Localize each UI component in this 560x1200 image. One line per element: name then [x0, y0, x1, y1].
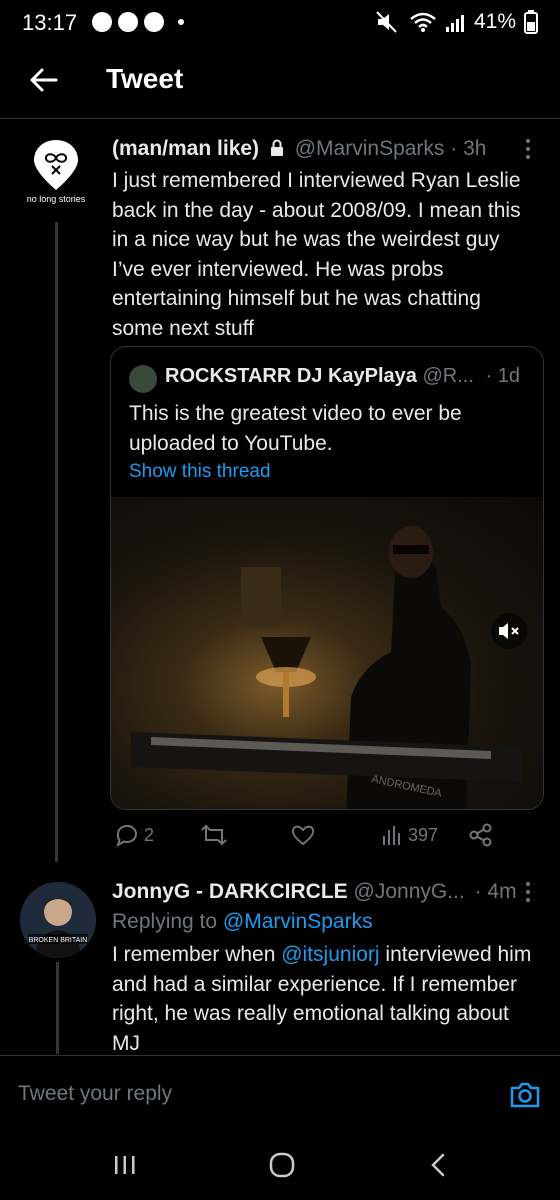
- thread-line: [56, 962, 59, 1054]
- reply-more-options-icon[interactable]: [518, 880, 538, 904]
- reply-button[interactable]: 2: [114, 822, 154, 848]
- mention-link[interactable]: @itsjuniorj: [281, 943, 379, 966]
- more-notifications-icon: [178, 19, 184, 25]
- view-count: 397: [408, 824, 439, 845]
- battery-percent: 41%: [473, 10, 516, 33]
- quote-author: ROCKSTARR DJ KayPlaya @R... · 1d: [165, 365, 520, 388]
- share-icon: [469, 823, 492, 847]
- like-button[interactable]: [290, 822, 316, 848]
- reply-text: I remember when @itsjuniorj interviewed …: [112, 940, 532, 1058]
- tweet-author[interactable]: (man/man like) @MarvinSparks · 3h: [112, 137, 486, 161]
- quoted-tweet[interactable]: ROCKSTARR DJ KayPlaya @R... · 1d This is…: [110, 346, 544, 810]
- recent-apps-icon[interactable]: [112, 1154, 138, 1176]
- quote-timestamp: · 1d: [485, 365, 520, 387]
- home-icon[interactable]: [268, 1152, 296, 1178]
- heart-icon: [291, 825, 315, 846]
- page-title: Tweet: [106, 63, 184, 94]
- thread-line: [55, 222, 58, 862]
- retweet-icon: [201, 824, 227, 846]
- reply-display-name: JonnyG - DARKCIRCLE: [112, 880, 348, 903]
- reply-avatar-text: BROKEN BRITAIN: [29, 937, 88, 944]
- video-player[interactable]: ANDROMEDA: [111, 497, 543, 809]
- analytics-icon: [383, 826, 400, 845]
- quote-display-name: ROCKSTARR DJ KayPlaya: [165, 365, 417, 387]
- more-options-icon[interactable]: [518, 137, 538, 161]
- quote-handle: @R...: [422, 365, 474, 387]
- message-icon: [92, 12, 112, 32]
- system-icons: 41%: [376, 10, 538, 34]
- tweet-text: I just remembered I interviewed Ryan Les…: [112, 169, 521, 340]
- replying-prefix: Replying to: [112, 910, 218, 933]
- camera-icon[interactable]: [508, 1078, 542, 1112]
- reply-text-start: I remember when: [112, 943, 282, 966]
- replying-to: Replying to @MarvinSparks: [112, 910, 373, 934]
- handle: @MarvinSparks: [294, 137, 445, 160]
- replying-to-mention[interactable]: @MarvinSparks: [223, 910, 373, 933]
- avatar-caption: no long stories: [26, 194, 86, 204]
- reply-icon: [116, 824, 137, 848]
- mute-video-button[interactable]: [491, 613, 527, 649]
- reply-timestamp: · 4m: [474, 880, 517, 903]
- quote-text: This is the greatest video to ever be up…: [129, 402, 462, 455]
- signal-icon: [445, 15, 464, 32]
- reply-avatar[interactable]: BROKEN BRITAIN: [20, 882, 96, 958]
- top-header: [0, 48, 560, 119]
- reply-author[interactable]: JonnyG - DARKCIRCLE @JonnyG... · 4m: [112, 880, 517, 904]
- video-frame: ANDROMEDA: [131, 526, 521, 809]
- battery-icon: [524, 10, 538, 34]
- reply-count: 2: [144, 824, 155, 845]
- tweet-actions: 2 397: [110, 822, 500, 852]
- status-time: 13:17: [22, 10, 78, 35]
- status-bar: 13:17 41%: [0, 0, 560, 48]
- share-button[interactable]: [468, 822, 494, 848]
- wifi-icon: [410, 12, 436, 32]
- lock-icon: [270, 139, 283, 156]
- reply-handle: @JonnyG...: [353, 880, 465, 903]
- avatar[interactable]: no long stories: [26, 138, 86, 218]
- notification-icons: [92, 12, 184, 32]
- message-icon: [118, 12, 138, 32]
- volume-muted-icon: [499, 623, 519, 639]
- show-thread-link[interactable]: Show this thread: [129, 461, 271, 483]
- quote-avatar: [129, 365, 157, 393]
- views-button[interactable]: 397: [380, 822, 438, 848]
- mute-icon: [376, 11, 397, 33]
- back-arrow-icon[interactable]: [26, 62, 62, 98]
- reply-input[interactable]: Tweet your reply: [18, 1082, 172, 1106]
- timestamp: · 3h: [450, 137, 487, 160]
- display-name: (man/man like): [112, 137, 260, 160]
- system-navigation-bar: [0, 1124, 560, 1200]
- back-nav-icon[interactable]: [428, 1152, 448, 1178]
- retweet-button[interactable]: [200, 822, 228, 848]
- messenger-icon: [144, 12, 164, 32]
